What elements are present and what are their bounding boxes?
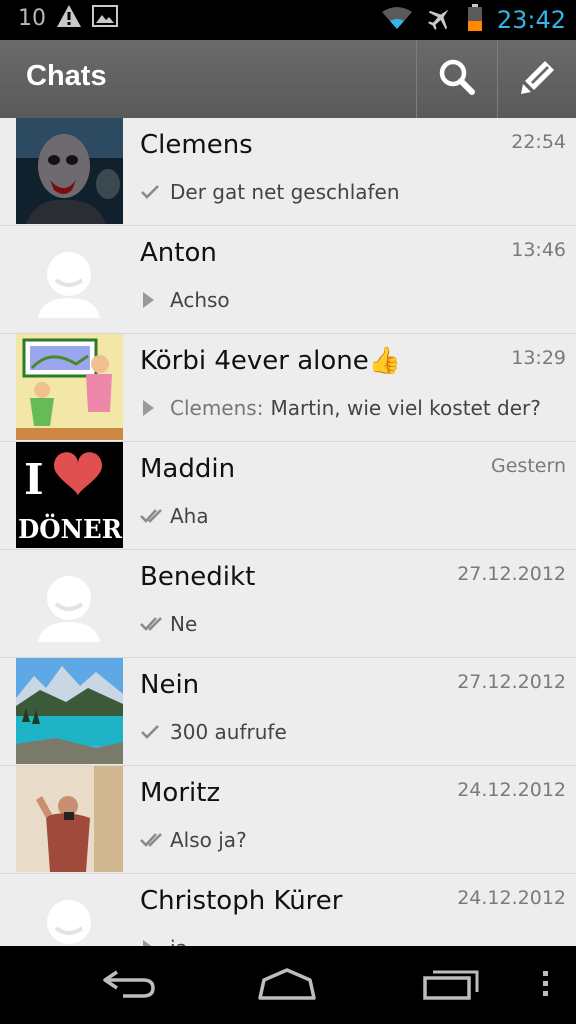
- chat-list[interactable]: Clemens 22:54 Der gat net geschlafen Ant…: [0, 118, 576, 946]
- avatar[interactable]: [16, 874, 123, 946]
- chat-row[interactable]: Körbi 4ever alone👍 13:29 Clemens: Martin…: [0, 334, 576, 442]
- message-text: 300 aufrufe: [170, 720, 287, 744]
- check-icon: [140, 182, 164, 202]
- image-icon: [92, 4, 118, 32]
- action-bar: Chats: [0, 40, 576, 119]
- timestamp: 13:29: [511, 347, 566, 369]
- avatar[interactable]: [16, 118, 123, 224]
- wifi-icon: [381, 6, 413, 34]
- airplane-icon: [427, 5, 453, 35]
- avatar[interactable]: [16, 334, 123, 440]
- message-text: Aha: [170, 504, 209, 528]
- home-button[interactable]: [254, 966, 320, 1006]
- home-icon: [256, 966, 318, 1006]
- back-button[interactable]: [96, 966, 162, 1006]
- avatar-word-bottom: DÖNER: [18, 513, 122, 545]
- chat-row[interactable]: I DÖNER Maddin Gestern Aha: [0, 442, 576, 550]
- message-text: Martin, wie viel kostet der?: [270, 396, 541, 420]
- chat-row[interactable]: Anton 13:46 Achso: [0, 226, 576, 334]
- search-button[interactable]: [417, 40, 497, 118]
- message-sender: Clemens:: [170, 396, 264, 420]
- contact-name: Anton: [140, 238, 217, 268]
- chat-row[interactable]: Moritz 24.12.2012 Also ja?: [0, 766, 576, 874]
- search-icon: [437, 57, 477, 101]
- page-title: Chats: [26, 60, 107, 92]
- timestamp: 24.12.2012: [457, 887, 566, 909]
- recent-apps-button[interactable]: [418, 966, 484, 1006]
- timestamp: 13:46: [511, 239, 566, 261]
- message-text: Also ja?: [170, 828, 247, 852]
- new-chat-button[interactable]: [498, 40, 576, 118]
- contact-name: Benedikt: [140, 562, 256, 592]
- message-preview: Der gat net geschlafen: [140, 180, 400, 204]
- warning-icon: [56, 4, 82, 32]
- compose-icon: [518, 57, 558, 101]
- message-text: Der gat net geschlafen: [170, 180, 400, 204]
- battery-icon: [467, 4, 483, 36]
- chat-row[interactable]: Benedikt 27.12.2012 Ne: [0, 550, 576, 658]
- message-text: Ne: [170, 612, 198, 636]
- double-check-icon: [140, 830, 164, 850]
- double-check-icon: [140, 506, 164, 526]
- notification-count: 10: [18, 5, 46, 31]
- navigation-bar: [0, 946, 576, 1024]
- message-text: ja: [170, 936, 188, 946]
- check-icon: [140, 722, 164, 742]
- avatar[interactable]: I DÖNER: [16, 442, 123, 548]
- chat-row[interactable]: Clemens 22:54 Der gat net geschlafen: [0, 118, 576, 226]
- recent-apps-icon: [421, 966, 481, 1006]
- avatar-word-top: I: [24, 455, 44, 504]
- message-preview: Ne: [140, 612, 197, 636]
- avatar[interactable]: [16, 658, 123, 764]
- avatar[interactable]: [16, 550, 123, 656]
- message-text: Achso: [170, 288, 230, 312]
- contact-name: Christoph Kürer: [140, 886, 343, 916]
- contact-name: Moritz: [140, 778, 221, 808]
- timestamp: 27.12.2012: [457, 563, 566, 585]
- status-bar: 10 23:42: [0, 0, 576, 40]
- contact-name: Körbi 4ever alone👍: [140, 346, 402, 376]
- chat-row[interactable]: Christoph Kürer 24.12.2012 ja: [0, 874, 576, 946]
- clock: 23:42: [496, 6, 566, 34]
- play-icon: [140, 398, 164, 418]
- message-preview: 300 aufrufe: [140, 720, 287, 744]
- message-preview: Also ja?: [140, 828, 247, 852]
- message-preview: ja: [140, 936, 188, 946]
- play-icon: [140, 290, 164, 310]
- contact-name: Clemens: [140, 130, 253, 160]
- double-check-icon: [140, 614, 164, 634]
- timestamp: 27.12.2012: [457, 671, 566, 693]
- message-preview: Achso: [140, 288, 230, 312]
- message-preview: Aha: [140, 504, 209, 528]
- play-icon: [140, 938, 164, 946]
- message-preview: Clemens: Martin, wie viel kostet der?: [140, 396, 541, 420]
- overflow-menu-icon: [540, 969, 550, 1003]
- contact-name: Maddin: [140, 454, 236, 484]
- timestamp: 24.12.2012: [457, 779, 566, 801]
- chat-row[interactable]: Nein 27.12.2012 300 aufrufe: [0, 658, 576, 766]
- timestamp: Gestern: [491, 455, 566, 477]
- avatar[interactable]: [16, 226, 123, 332]
- overflow-menu-button[interactable]: [530, 966, 560, 1006]
- avatar[interactable]: [16, 766, 123, 872]
- back-icon: [99, 966, 159, 1006]
- contact-name: Nein: [140, 670, 200, 700]
- timestamp: 22:54: [511, 131, 566, 153]
